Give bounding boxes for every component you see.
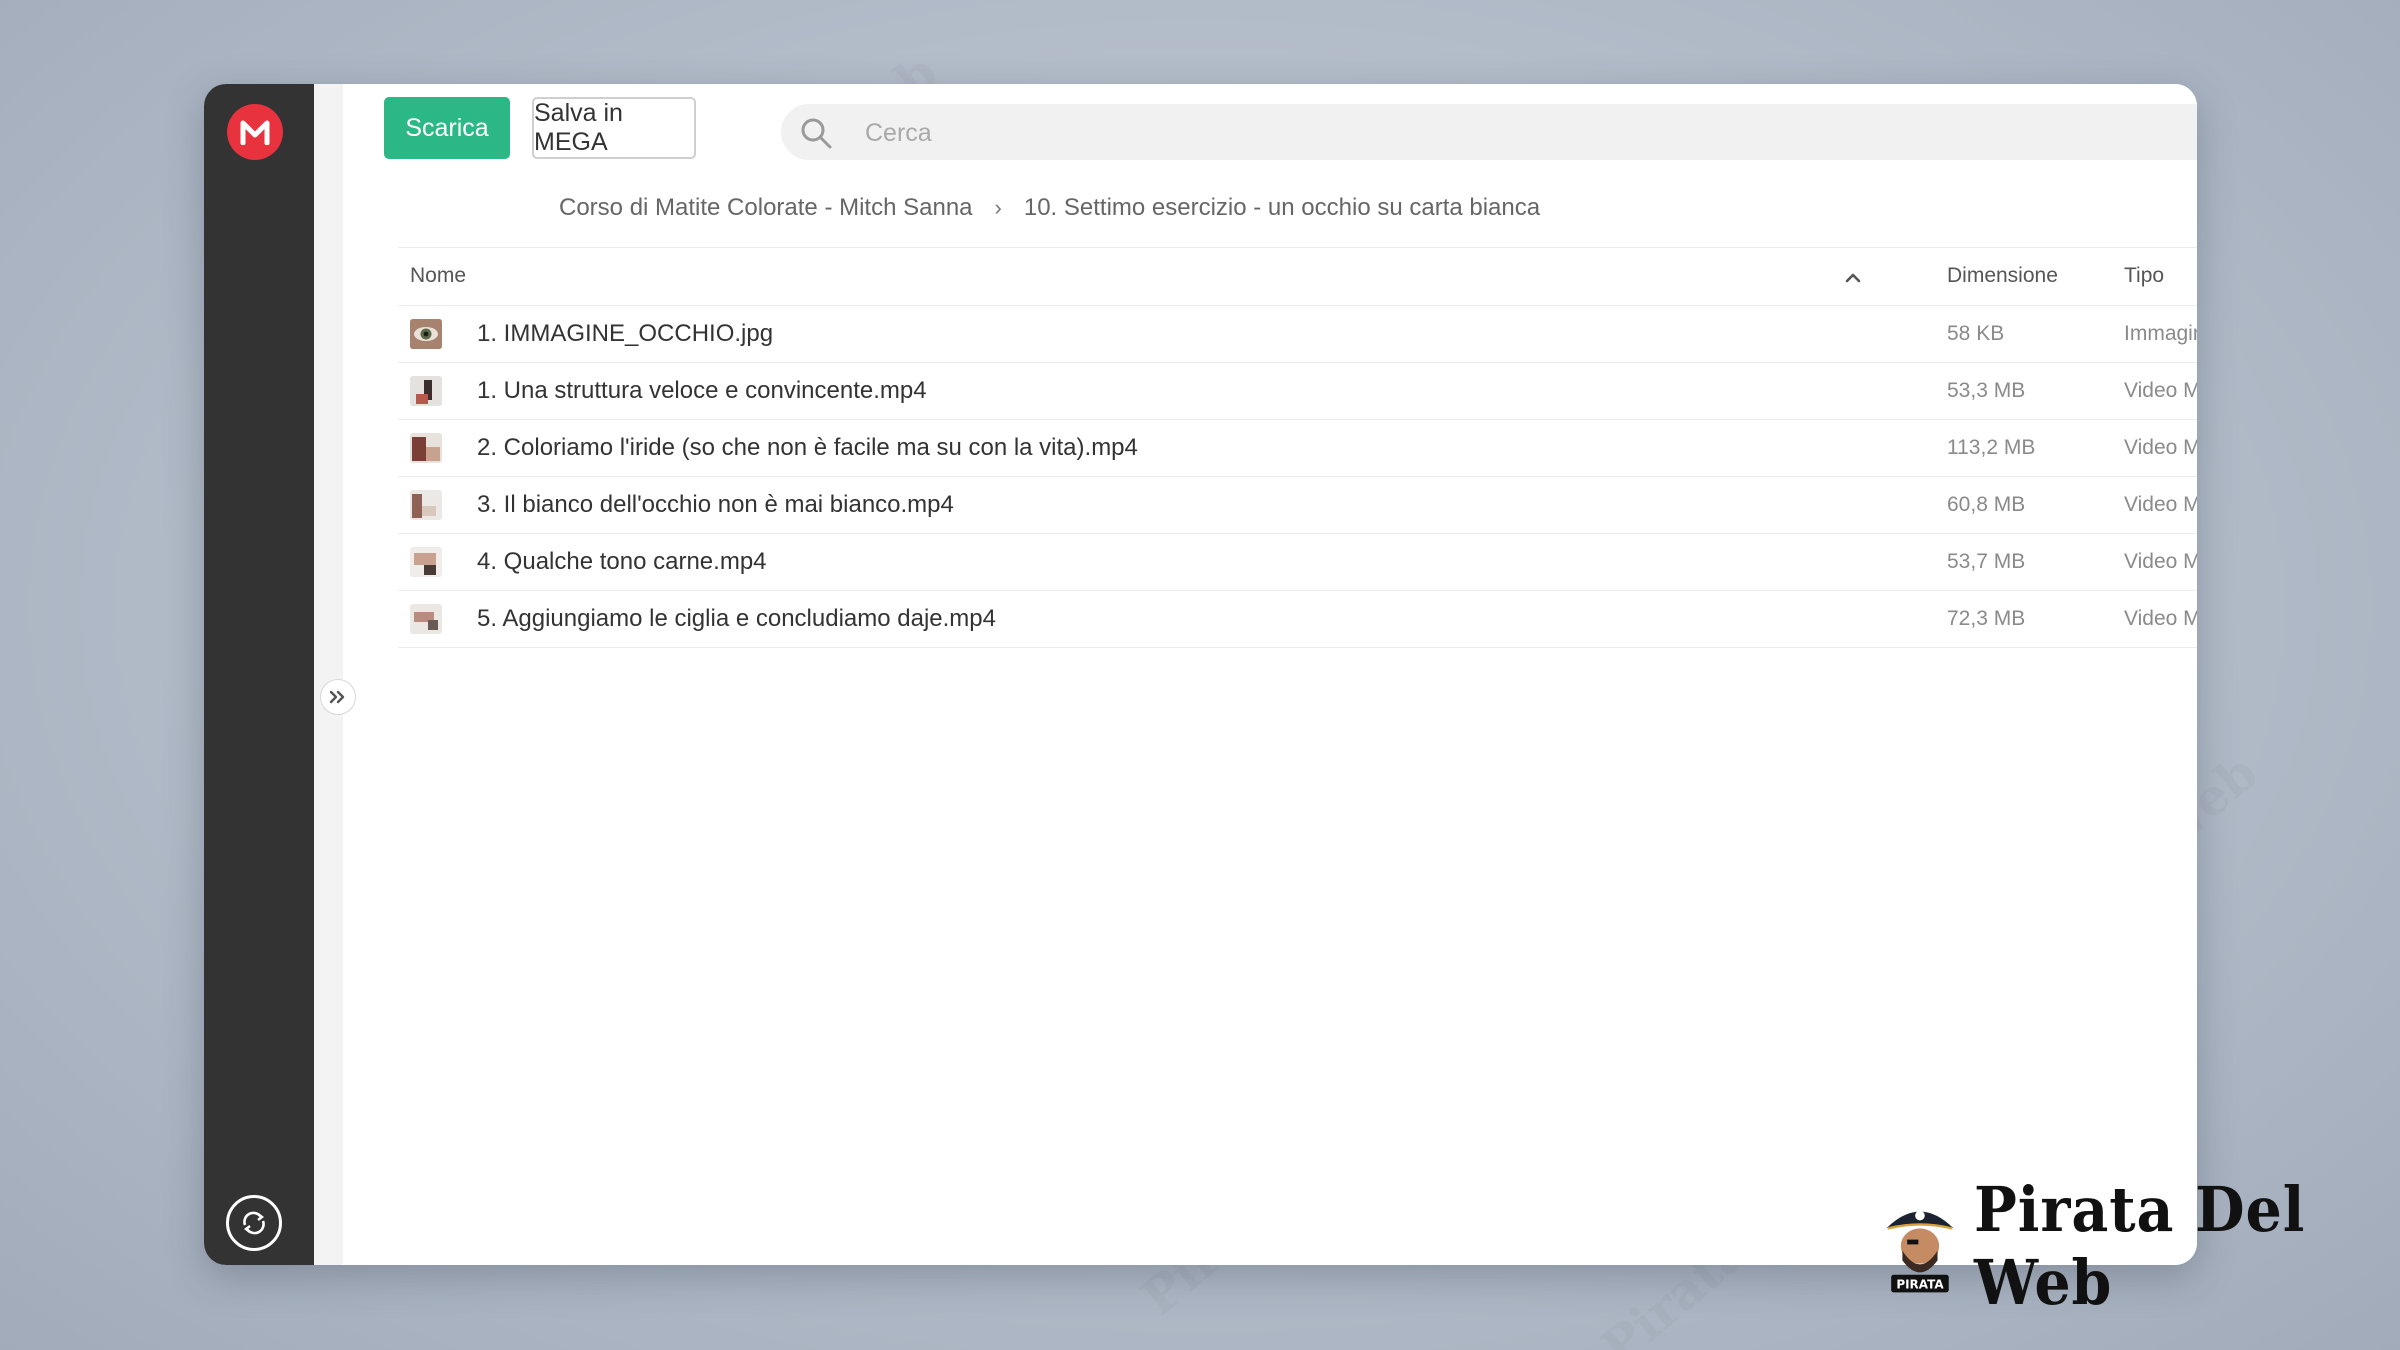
column-header-type[interactable]: Tipo [2124, 264, 2164, 288]
breadcrumb-item-current-folder[interactable]: 10. Settimo esercizio - un occhio su car… [1024, 194, 1540, 222]
video-thumbnail-icon [410, 490, 442, 520]
download-button[interactable]: Scarica [384, 97, 510, 159]
sidebar [204, 84, 314, 1265]
table-row[interactable]: 2. Coloriamo l'iride (so che non è facil… [398, 420, 2197, 477]
breadcrumb: Corso di Matite Colorate - Mitch Sanna ›… [559, 188, 1540, 228]
pirata-badge-text: PIRATA [1896, 1277, 1944, 1291]
file-type: Video MPEG-4 [2124, 436, 2197, 459]
search-bar[interactable] [781, 104, 2197, 162]
file-thumbnail [410, 604, 442, 634]
pirata-del-web-brand: PIRATA Pirata Del Web [1880, 1173, 2400, 1319]
file-size: 58 KB [1947, 322, 2005, 345]
sidebar-panel-strip [314, 84, 343, 1265]
file-thumbnail [410, 319, 442, 349]
file-size: 60,8 MB [1947, 493, 2026, 516]
search-icon [801, 118, 832, 149]
file-type: Video MPEG-4 [2124, 379, 2197, 402]
double-chevron-right-icon [329, 690, 345, 704]
sync-icon[interactable] [226, 1195, 282, 1251]
column-header-name[interactable]: Nome [410, 264, 466, 288]
column-header-size[interactable]: Dimensione [1947, 264, 2058, 288]
file-table: Nome Dimensione Tipo 1. IMMAGINE_OCCHIO. [398, 247, 2197, 648]
file-name: 4. Qualche tono carne.mp4 [477, 548, 767, 575]
file-size: 72,3 MB [1947, 607, 2026, 630]
video-thumbnail-icon [410, 604, 442, 634]
app-window: Scarica Salva in MEGA Corso di Matite Co… [204, 84, 2197, 1265]
file-name: 3. Il bianco dell'occhio non è mai bianc… [477, 491, 954, 518]
file-type: Video MPEG-4 [2124, 493, 2197, 516]
file-thumbnail [410, 547, 442, 577]
save-to-mega-button[interactable]: Salva in MEGA [532, 97, 696, 159]
file-type: Video MPEG-4 [2124, 607, 2197, 630]
file-size: 53,3 MB [1947, 379, 2026, 402]
file-size: 113,2 MB [1947, 436, 2036, 459]
pirate-logo-icon: PIRATA [1886, 1210, 1954, 1293]
table-header: Nome Dimensione Tipo [398, 247, 2197, 306]
search-input[interactable] [863, 104, 1467, 162]
breadcrumb-item-course[interactable]: Corso di Matite Colorate - Mitch Sanna [559, 194, 973, 222]
file-type: Video MPEG-4 [2124, 550, 2197, 573]
expand-sidebar-button[interactable] [320, 679, 356, 715]
file-thumbnail [410, 433, 442, 463]
file-size: 53,7 MB [1947, 550, 2026, 573]
file-type: Immagine JPEG [2124, 322, 2197, 345]
mega-logo[interactable] [227, 104, 283, 160]
table-row[interactable]: 3. Il bianco dell'occhio non è mai bianc… [398, 477, 2197, 534]
eye-image-icon [410, 319, 442, 349]
file-name: 2. Coloriamo l'iride (so che non è facil… [477, 434, 1138, 461]
file-thumbnail [410, 490, 442, 520]
sync-arrows-icon [243, 1211, 265, 1235]
table-row[interactable]: 4. Qualche tono carne.mp4 53,7 MB Video … [398, 534, 2197, 591]
chevron-right-icon: › [994, 195, 1002, 220]
table-row[interactable]: 1. IMMAGINE_OCCHIO.jpg 58 KB Immagine JP… [398, 306, 2197, 363]
file-name: 5. Aggiungiamo le ciglia e concludiamo d… [477, 605, 996, 632]
video-thumbnail-icon [410, 433, 442, 463]
sort-up-icon[interactable] [1841, 266, 1865, 290]
file-name: 1. Una struttura veloce e convincente.mp… [477, 377, 927, 404]
file-thumbnail [410, 376, 442, 406]
video-thumbnail-icon [410, 376, 442, 406]
table-row[interactable]: 1. Una struttura veloce e convincente.mp… [398, 363, 2197, 420]
main-content: Scarica Salva in MEGA Corso di Matite Co… [343, 84, 2197, 1265]
table-row[interactable]: 5. Aggiungiamo le ciglia e concludiamo d… [398, 591, 2197, 648]
file-name: 1. IMMAGINE_OCCHIO.jpg [477, 320, 774, 347]
mega-m-icon [240, 120, 270, 145]
video-thumbnail-icon [410, 547, 442, 577]
brand-name: Pirata Del Web [1973, 1173, 2306, 1319]
